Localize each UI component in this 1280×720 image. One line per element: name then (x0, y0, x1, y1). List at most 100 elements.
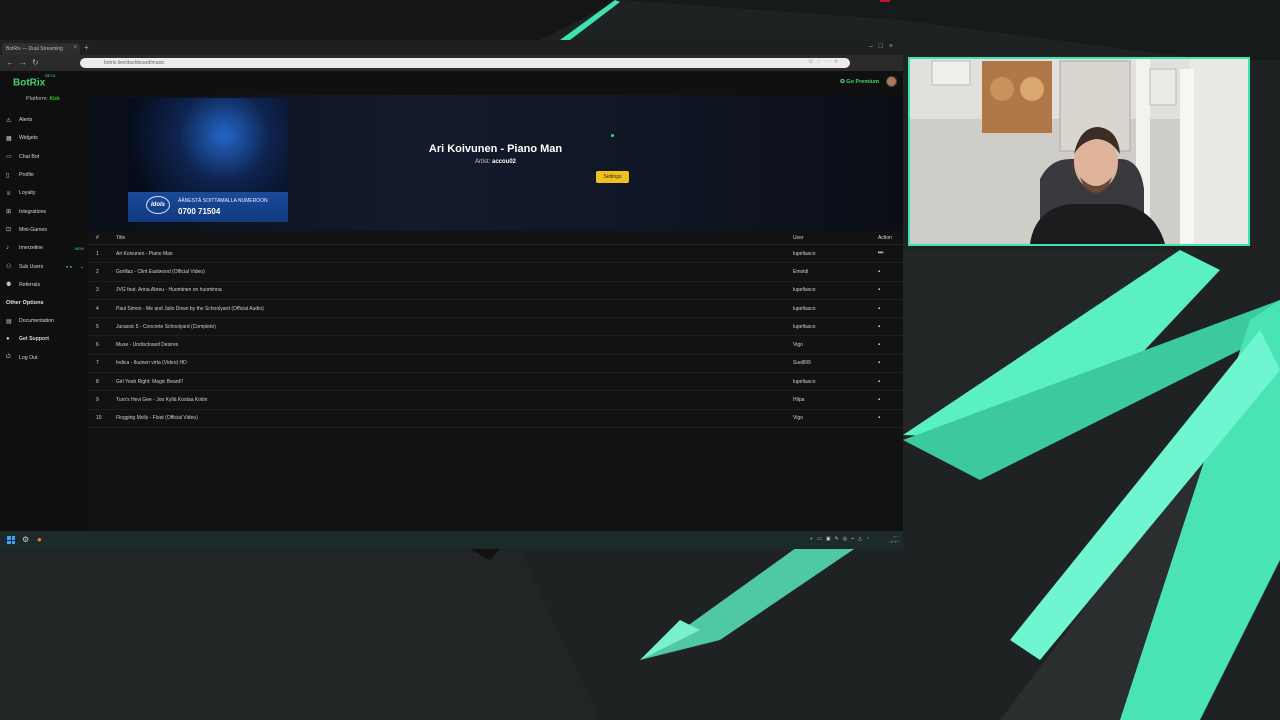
song-title[interactable]: Gorillaz - Clint Eastwood (Official Vide… (116, 269, 793, 275)
song-title[interactable]: Indica - Ikuinen virta (Video) HD (116, 360, 793, 366)
requester-user: lupefiasco (793, 378, 816, 385)
plug-icon: ⊞ (6, 209, 12, 216)
browser-tabbar: BotRix — Dual Streaming × + –□× (0, 41, 903, 55)
sidebar-item-loyalty[interactable]: ♕ Loyalty (6, 184, 86, 202)
requester-user: lupefiasco (793, 323, 816, 330)
song-queue-table: # Title User Action 1 Ari Koivunen - Pian… (88, 231, 903, 428)
status-dots: ● ● (66, 264, 72, 270)
trash-icon[interactable]: ▪ (878, 360, 903, 366)
requester-user: Emoldi (793, 268, 809, 275)
thumbnail-caption-big: 0700 71504 (178, 207, 221, 216)
sidebar-item-referrals[interactable]: ⚉ Referrals (6, 276, 86, 294)
song-title[interactable]: Jurassic 5 - Concrete Schoolyard (Comple… (116, 324, 793, 330)
trash-icon[interactable]: ▪ (878, 342, 903, 348)
windows-start-icon[interactable] (7, 536, 15, 544)
song-title[interactable]: Girl Yeah Right: Magic Beard!! (116, 379, 793, 385)
browser-tab[interactable]: BotRix — Dual Streaming × (2, 43, 80, 55)
requester-user: Vigo (793, 342, 803, 349)
webcam-feed (910, 59, 1248, 244)
chat-icon: ▭ (6, 154, 12, 161)
idols-logo: Idols (146, 196, 170, 214)
header-num: # (96, 234, 99, 241)
referral-icon: ⚉ (6, 282, 12, 289)
trash-icon[interactable]: ▪ (878, 324, 903, 330)
forward-icon[interactable]: → (19, 58, 27, 67)
premium-label: Go Premium (846, 79, 879, 85)
trash-icon[interactable]: ▪ (878, 287, 903, 293)
song-title[interactable]: Turo's Hevi Gee - Joo Kyllä Kostaa Kotii… (116, 397, 793, 403)
avatar[interactable] (886, 76, 897, 87)
table-row: 2 Gorillaz - Clint Eastwood (Official Vid… (88, 263, 903, 282)
settings-gear-icon[interactable]: ⚙ (22, 535, 29, 544)
trash-icon[interactable]: ▪ (878, 415, 903, 421)
song-title[interactable]: Flogging Molly - Float (Official Video) (116, 415, 793, 421)
header-user: User (793, 234, 804, 241)
sidebar-item-sub-users[interactable]: ⚇ Sub Users ● ● ⌄ (6, 257, 86, 275)
song-title[interactable]: Ari Koivunen - Piano Man (116, 251, 793, 257)
trash-icon[interactable]: ▪ (878, 397, 903, 403)
settings-button[interactable]: Settings (596, 171, 629, 183)
chevron-down-icon[interactable]: ⌄ (80, 264, 84, 270)
firefox-icon[interactable]: ● (37, 535, 42, 544)
sidebar-item-profile[interactable]: ▯ Profile (6, 166, 86, 184)
alert-icon: ⚠ (6, 117, 12, 124)
row-number: 7 (96, 360, 99, 367)
sidebar-item-label: Referrals (19, 281, 41, 288)
table-body: 1 Ari Koivunen - Piano Man lupefiasco ⏭ 2 Gor… (88, 245, 903, 428)
sidebar-item-label: Mini-Games (19, 226, 47, 233)
sidebar-item-label: Get Support (19, 336, 49, 343)
sidebar: BotRixBETA Platform: Kick ⚠ Alerts ▦ Widge… (0, 71, 88, 531)
users-icon: ⚇ (6, 264, 12, 271)
sidebar-item-log-out[interactable]: ⏻ Log Out (6, 349, 86, 367)
sidebar-item-alerts[interactable]: ⚠ Alerts (6, 111, 86, 129)
song-title[interactable]: Muse - Undisclosed Desires (116, 342, 793, 348)
trash-icon[interactable]: ▪ (878, 379, 903, 385)
reload-icon[interactable]: ↻ (32, 58, 39, 67)
row-number: 2 (96, 268, 99, 275)
row-number: 5 (96, 323, 99, 330)
sidebar-item-documentation[interactable]: ▤ Documentation (6, 312, 86, 330)
widget-icon: ▦ (6, 135, 12, 142)
sidebar-item-label: Imerzeline (19, 245, 43, 252)
new-tab-icon[interactable]: + (84, 43, 89, 52)
tab-close-icon[interactable]: × (73, 45, 77, 51)
tab-title: BotRix — Dual Streaming (6, 46, 63, 52)
url-field[interactable]: botrix.live/dashboard/music (80, 58, 850, 68)
sidebar-item-widgets[interactable]: ▦ Widgets (6, 129, 86, 147)
header-title: Title (116, 234, 126, 241)
sidebar-item-label: Sub Users (19, 263, 44, 270)
botrix-logo[interactable]: BotRixBETA (13, 73, 55, 88)
row-number: 4 (96, 305, 99, 312)
table-row: 1 Ari Koivunen - Piano Man lupefiasco ⏭ (88, 245, 903, 264)
trash-icon[interactable]: ▪ (878, 269, 903, 275)
row-number: 6 (96, 342, 99, 349)
system-clock[interactable]: ··:·· ··/··/·· (889, 534, 899, 544)
sidebar-item-chat-bot[interactable]: ▭ Chat Bot (6, 148, 86, 166)
sidebar-item-mini-games[interactable]: ⊡ Mini-Games (6, 221, 86, 239)
system-tray-icons[interactable]: ◐▭▣✎◎⌁△◔ (810, 536, 873, 542)
window-controls[interactable]: –□× (869, 43, 899, 50)
row-number: 1 (96, 250, 99, 257)
back-icon[interactable]: ← (6, 58, 14, 67)
row-number: 8 (96, 378, 99, 385)
trash-icon[interactable]: ▪ (878, 306, 903, 312)
now-playing-panel: Idols ÄÄNESTÄ SOITTAMALLA NUMEROON 0700 … (88, 95, 903, 231)
extension-icons[interactable]: ⊕☆⋯★ (808, 58, 842, 65)
sidebar-item-integrations[interactable]: ⊞ Integrations (6, 202, 86, 220)
table-header: # Title User Action (88, 231, 903, 245)
now-playing-title: Ari Koivunen - Piano Man (428, 143, 563, 155)
playing-indicator (611, 134, 614, 137)
sidebar-item-label: Log Out (19, 354, 38, 361)
requester-user: Hilpa (793, 397, 805, 404)
other-options-heading: Other Options (6, 299, 44, 306)
table-row: 10 Flogging Molly - Float (Official Video… (88, 410, 903, 428)
artist-name: accou02 (492, 159, 517, 165)
go-premium-button[interactable]: ✪ Go Premium (840, 79, 879, 85)
sidebar-item-get-support[interactable]: ● Get Support (6, 330, 86, 348)
url-text: botrix.live/dashboard/music (104, 60, 165, 66)
song-title[interactable]: Paul Simon - Me and Julio Down by the Sc… (116, 306, 793, 312)
sidebar-item-music[interactable]: ♪ Imerzeline NEW (6, 239, 86, 257)
sidebar-item-label: Documentation (19, 318, 54, 325)
song-title[interactable]: JVG feat. Anna Abreu - Huominen on huomi… (116, 287, 793, 293)
skip-icon[interactable]: ⏭ (878, 250, 903, 257)
